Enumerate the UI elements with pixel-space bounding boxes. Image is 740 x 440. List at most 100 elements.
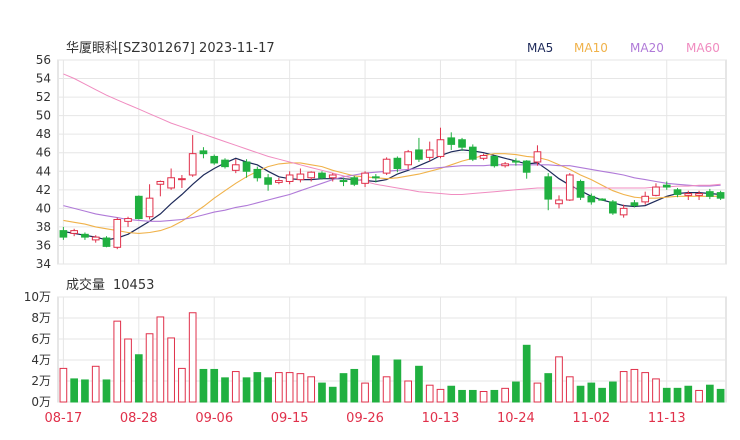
volume-bar: [350, 368, 359, 403]
volume-y-tick-label: 10万: [24, 290, 51, 304]
candle-body: [231, 164, 240, 171]
volume-bar: [490, 389, 499, 403]
candle: [285, 171, 294, 185]
volume-bar: [662, 387, 671, 403]
volume-bar: [307, 376, 316, 403]
price-y-tick-label: 46: [36, 146, 51, 160]
volume-y-tick-label: 0万: [31, 395, 51, 409]
volume-bar: [253, 372, 262, 403]
volume-bar: [555, 356, 563, 403]
candle: [59, 226, 68, 240]
candle: [641, 191, 650, 205]
candle-body: [296, 173, 305, 181]
x-tick-label: 09-06: [195, 411, 233, 426]
legend-ma20: MA20: [630, 41, 664, 55]
price-chart-title: 华厦眼科[SZ301267] 2023-11-17: [66, 41, 275, 56]
volume-latest-value: 10453: [113, 278, 154, 293]
candle-body: [167, 177, 175, 189]
candle: [264, 174, 272, 191]
volume-y-tick-label: 2万: [31, 374, 51, 388]
candle-body: [555, 199, 563, 205]
candle-body: [264, 177, 272, 185]
candle: [490, 155, 499, 168]
x-tick-label: 09-15: [271, 411, 309, 426]
volume-bar: [145, 333, 154, 403]
volume-bar: [134, 354, 143, 403]
candle-body: [436, 139, 445, 157]
volume-bar: [285, 372, 294, 403]
candle-body: [134, 195, 143, 220]
price-y-axis: 56 54 52 50 48 46 44 42 40 38 36 34: [36, 53, 51, 271]
candle-body: [70, 230, 79, 234]
x-tick-label: 11-13: [648, 411, 686, 426]
candle: [124, 216, 132, 227]
volume-bar: [415, 365, 423, 403]
candle: [609, 200, 617, 215]
candle: [619, 204, 628, 218]
volume-bar: [167, 337, 175, 403]
volume-bar: [156, 316, 165, 403]
volume-bar: [91, 365, 100, 403]
price-y-tick-label: 48: [36, 127, 51, 141]
candle-body: [361, 172, 369, 184]
candle: [447, 132, 456, 150]
x-tick-label: 11-02: [572, 411, 610, 426]
legend-ma60: MA60: [686, 41, 720, 55]
candle-body: [641, 195, 650, 203]
candle: [555, 195, 563, 209]
legend: MA5 MA10 MA20 MA60: [527, 41, 720, 55]
candle-body: [609, 201, 617, 214]
candle-body: [275, 180, 283, 183]
candle: [501, 162, 509, 168]
candle-body: [447, 137, 456, 145]
candle: [522, 160, 531, 179]
candle-body: [512, 160, 520, 163]
volume-bar: [673, 387, 682, 403]
candle-body: [81, 233, 89, 238]
candle-body: [188, 153, 197, 176]
volume-bar: [684, 385, 693, 403]
candle-body: [371, 176, 380, 179]
volume-title: 成交量: [66, 277, 105, 293]
candle: [199, 147, 208, 159]
price-grid: [58, 59, 726, 265]
price-y-tick-label: 36: [36, 238, 51, 252]
x-axis: 08-17 08-28 09-06 09-15 09-26 10-13 10-24 11-02…: [44, 411, 685, 426]
candle: [361, 171, 369, 188]
price-plot-frame: [57, 59, 727, 265]
candle: [102, 236, 111, 248]
volume-bar: [113, 320, 122, 403]
candle: [436, 127, 445, 159]
volume-bar: [221, 377, 229, 403]
candle: [221, 158, 229, 169]
candle: [210, 154, 219, 165]
candle-body: [382, 158, 391, 174]
candle-body: [652, 186, 660, 196]
candle-body: [705, 191, 714, 197]
candle: [81, 232, 89, 240]
candle-body: [285, 174, 294, 182]
volume-bar: [70, 378, 79, 403]
volume-y-axis: 10万 8万 6万 4万 2万 0万: [24, 290, 51, 409]
candle: [350, 175, 359, 187]
volume-bar: [522, 344, 531, 403]
volume-bar: [318, 382, 326, 403]
volume-bar: [404, 380, 413, 403]
volume-bar: [339, 373, 348, 403]
candle: [652, 183, 660, 197]
candle: [178, 174, 186, 188]
candle: [134, 195, 143, 220]
x-tick-label: 10-24: [497, 411, 535, 426]
candle: [275, 177, 283, 185]
volume-bar: [587, 382, 596, 403]
candle-body: [221, 159, 229, 168]
volume-y-tick-label: 4万: [31, 353, 51, 367]
price-y-tick-label: 56: [36, 53, 51, 67]
volume-bar: [210, 368, 219, 403]
candle: [705, 188, 714, 200]
candle-body: [565, 174, 574, 201]
candle-body: [156, 180, 165, 185]
candle: [468, 144, 477, 162]
candle-body: [242, 161, 251, 172]
price-y-tick-label: 42: [36, 183, 51, 197]
